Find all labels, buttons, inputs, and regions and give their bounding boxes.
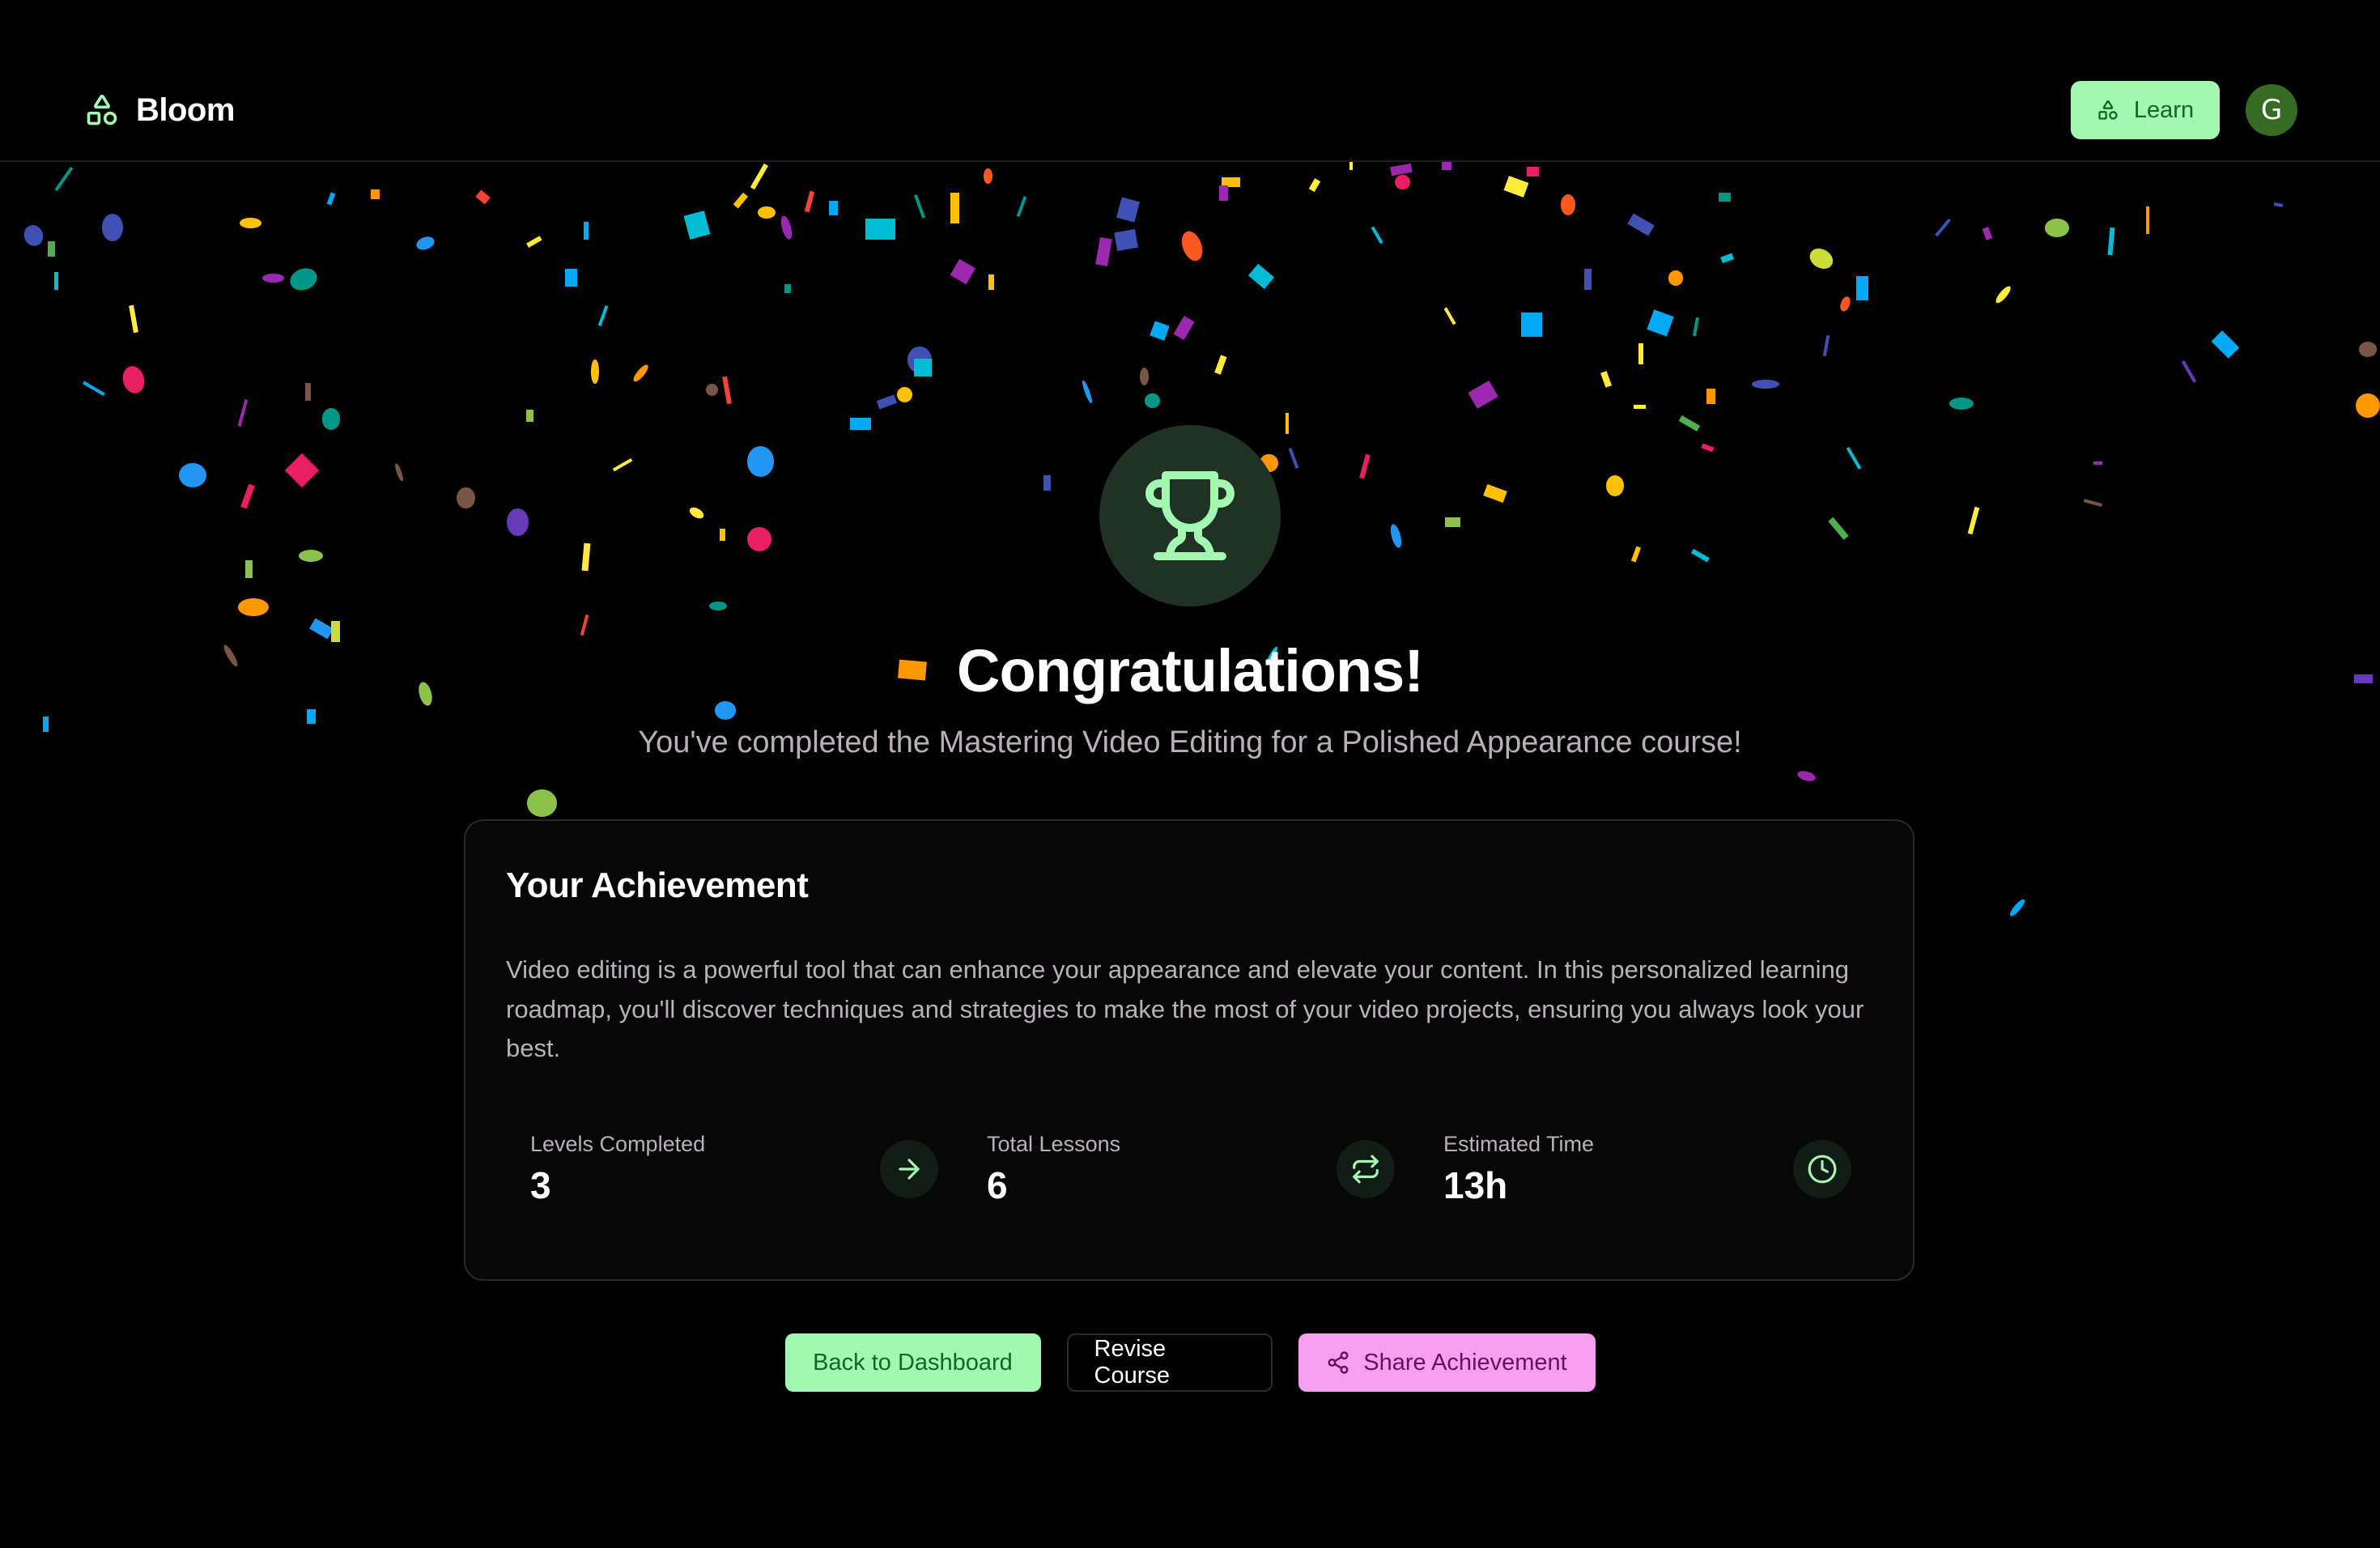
page-title: Congratulations! [957,637,1424,704]
action-buttons: Back to Dashboard Revise Course Share Ac… [0,1333,2380,1392]
shapes-icon [2098,100,2118,120]
learn-button-label: Learn [2133,96,2195,123]
clock-icon [1808,1155,1837,1184]
share-achievement-button[interactable]: Share Achievement [1298,1333,1596,1392]
stat-icon-badge [880,1140,938,1198]
user-avatar[interactable]: G [2246,84,2297,136]
achievement-description: Video editing is a powerful tool that ca… [506,955,1864,1062]
trophy-badge [1099,425,1281,606]
revise-course-button[interactable]: Revise Course [1066,1333,1273,1392]
stat-value: 13h [1443,1164,1508,1206]
stat-label: Levels Completed [530,1132,706,1156]
learn-button[interactable]: Learn [2071,81,2220,139]
stat-icon-badge [1793,1140,1851,1198]
brand-logo[interactable]: Bloom [84,91,235,130]
achievement-title: Your Achievement [506,865,809,905]
stats-row: Levels Completed 3 Total Lessons 6 Estim… [506,1121,1876,1218]
brand-name: Bloom [136,92,235,128]
stat-value: 3 [530,1164,551,1206]
repeat-icon [1353,1155,1379,1184]
stat-estimated-time: Estimated Time 13h [1419,1121,1876,1218]
arrow-right-icon [899,1159,920,1180]
stat-label: Estimated Time [1443,1132,1595,1156]
completion-page: Congratulations! You've completed the Ma… [0,0,2380,1548]
stat-icon-badge [1337,1140,1395,1198]
stat-total-lessons: Total Lessons 6 [963,1121,1419,1218]
share-icon [1328,1351,1349,1374]
stat-levels-completed: Levels Completed 3 [506,1121,963,1218]
back-to-dashboard-button[interactable]: Back to Dashboard [784,1333,1041,1392]
achievement-card: Your Achievement Video editing is a powe… [464,819,1915,1281]
share-achievement-label: Share Achievement [1363,1349,1567,1376]
trophy-icon [1145,471,1235,560]
stat-value: 6 [987,1164,1008,1206]
page-subtitle: You've completed the Mastering Video Edi… [638,725,1742,759]
shapes-logo-icon [87,95,117,125]
stat-label: Total Lessons [987,1132,1121,1156]
top-nav: Bloom Learn G [0,0,2380,162]
